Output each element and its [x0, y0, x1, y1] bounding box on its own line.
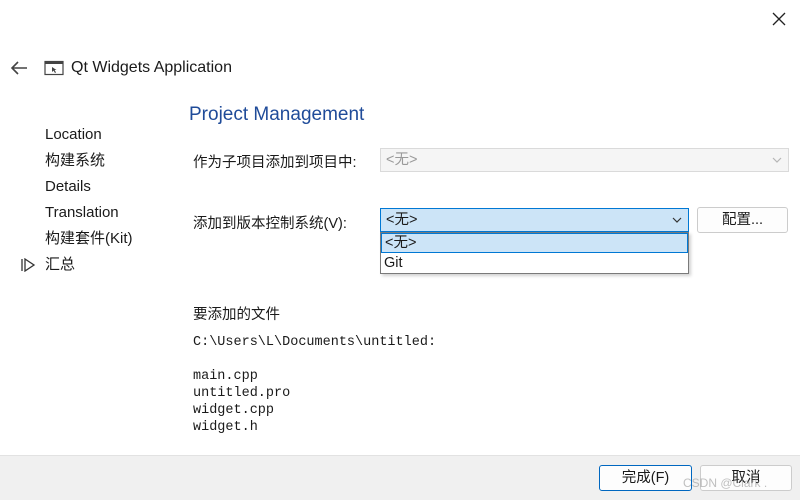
vcs-select[interactable]: <无>	[380, 208, 689, 232]
vcs-label: 添加到版本控制系统(V):	[193, 216, 347, 232]
file-item: untitled.pro	[193, 386, 291, 401]
wizard-steps: Location 构建系统 Details Translation 构建套件(K…	[20, 122, 180, 278]
vcs-option-git[interactable]: Git	[381, 253, 688, 273]
subproject-select[interactable]: <无>	[380, 148, 789, 172]
files-path: C:\Users\L\Documents\untitled:	[193, 335, 437, 350]
step-translation: Translation	[45, 204, 119, 221]
step-build-system: 构建系统	[45, 152, 106, 169]
subproject-label: 作为子项目添加到项目中:	[193, 155, 357, 171]
file-item: widget.cpp	[193, 403, 275, 418]
file-item: widget.h	[193, 420, 258, 435]
wizard-header: Qt Widgets Application	[8, 54, 232, 82]
files-heading: 要添加的文件	[193, 307, 280, 323]
finish-button[interactable]: 完成(F)	[599, 465, 692, 491]
page-title: Project Management	[189, 104, 365, 125]
chevron-down-icon	[672, 217, 682, 223]
vcs-dropdown-list: <无> Git	[380, 232, 689, 274]
step-summary: 汇总	[20, 252, 180, 278]
step-location: Location	[45, 126, 102, 143]
configure-button[interactable]: 配置...	[697, 207, 788, 233]
window-icon	[44, 59, 64, 77]
back-button[interactable]	[8, 57, 30, 79]
wizard-footer: 完成(F) 取消	[0, 455, 800, 500]
step-kits: 构建套件(Kit)	[45, 230, 133, 247]
current-step-icon	[21, 258, 36, 272]
file-item: main.cpp	[193, 369, 258, 384]
wizard-title: Qt Widgets Application	[71, 59, 232, 76]
watermark: CSDN @Clark .	[683, 476, 768, 490]
vcs-option-none[interactable]: <无>	[381, 233, 688, 253]
chevron-down-icon	[772, 157, 782, 163]
close-button[interactable]	[758, 0, 800, 38]
back-arrow-icon	[10, 61, 27, 75]
step-details: Details	[45, 178, 91, 195]
close-icon	[772, 12, 786, 26]
